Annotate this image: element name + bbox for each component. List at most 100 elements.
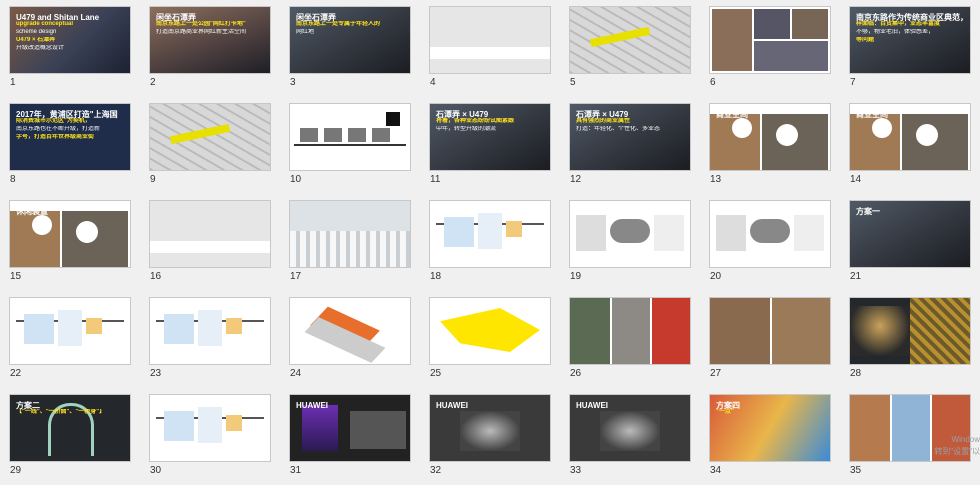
- slide-slot[interactable]: 5: [560, 0, 700, 97]
- slide-thumbnail[interactable]: 石潭弄 × U479 具有强烈的商业属性 打造：年轻化、个性化、多业态: [570, 104, 690, 170]
- slide-number: 34: [710, 465, 722, 476]
- slide-slot[interactable]: 25: [420, 291, 560, 388]
- slide-slot[interactable]: 26: [560, 291, 700, 388]
- slide-thumbnail[interactable]: [850, 298, 970, 364]
- slide-thumbnail[interactable]: [150, 104, 270, 170]
- slide-thumbnail[interactable]: [290, 104, 410, 170]
- slide-thumbnail[interactable]: [570, 7, 690, 73]
- slide-slot[interactable]: 10: [280, 97, 420, 194]
- slide-number: 17: [290, 271, 302, 282]
- slide-thumbnail[interactable]: 闲坐石潭弄 南京东路上一处专属于年轻人的 网红地: [290, 7, 410, 73]
- slide-number: 1: [10, 77, 16, 88]
- slide-text: 不够，物业老旧，体验感差，: [856, 29, 935, 35]
- slide-slot[interactable]: 22: [0, 291, 140, 388]
- slide-slot[interactable]: 休闲装置 15: [0, 194, 140, 291]
- slide-thumbnail[interactable]: 2017年，黄浦区打造"上海国 际消费城市示范区"为契机， 南京东路也在不断升级，打…: [10, 104, 130, 170]
- slide-slot[interactable]: U479 and Shitan Lane upgrade conceptual sc…: [0, 0, 140, 97]
- slide-slot[interactable]: 9: [140, 97, 280, 194]
- slide-thumbnail[interactable]: 02 概念方案: [150, 201, 270, 267]
- slide-slot[interactable]: HUAWEI 31: [280, 388, 420, 485]
- slide-thumbnail[interactable]: HUAWEI: [430, 395, 550, 461]
- slide-slot[interactable]: HUAWEI 33: [560, 388, 700, 485]
- slide-slot[interactable]: 17: [280, 194, 420, 291]
- slide-text: 02 概念方案: [210, 241, 243, 247]
- slide-thumbnail[interactable]: HUAWEI: [570, 395, 690, 461]
- slide-number: 26: [570, 368, 582, 379]
- slide-thumbnail[interactable]: 商业空间: [710, 104, 830, 170]
- slide-slot[interactable]: 石潭弄 × U479 将着，各种业态纷纷试图紧跟 中年，转型升级的潮流 11: [420, 97, 560, 194]
- slide-thumbnail[interactable]: [710, 298, 830, 364]
- slide-slot[interactable]: 23: [140, 291, 280, 388]
- slide-slot[interactable]: 闲坐石潭弄 南京东路上一处公园"网红打卡地" 打造南京路商业界网红新生活空间 2: [140, 0, 280, 97]
- slide-thumbnail[interactable]: 石潭弄 × U479 将着，各种业态纷纷试图紧跟 中年，转型升级的潮流: [430, 104, 550, 170]
- slide-thumbnail[interactable]: [430, 298, 550, 364]
- slide-thumbnail[interactable]: 方案一: [850, 201, 970, 267]
- slide-slot[interactable]: 2017年，黄浦区打造"上海国 际消费城市示范区"为契机， 南京东路也在不断升级，打…: [0, 97, 140, 194]
- slide-thumbnail[interactable]: 休闲装置: [10, 201, 130, 267]
- slide-thumbnail[interactable]: [710, 201, 830, 267]
- slide-text: 打造南京路商业界网红新生活空间: [156, 29, 247, 35]
- slide-slot[interactable]: 闲坐石潭弄 南京东路上一处专属于年轻人的 网红地 3: [280, 0, 420, 97]
- watermark-line1: Window: [951, 435, 980, 444]
- slide-thumbnail[interactable]: [570, 298, 690, 364]
- slide-text: 中年，转型升级的潮流: [436, 126, 497, 132]
- slide-number: 24: [290, 368, 302, 379]
- slide-thumbnail[interactable]: 方案二 【"一线"、"一桥面"、"一桥身"】: [10, 395, 130, 461]
- slide-thumbnail[interactable]: 01 项目背景: [430, 7, 550, 73]
- slide-number: 3: [290, 77, 296, 88]
- slide-slot[interactable]: 30: [140, 388, 280, 485]
- slide-number: 12: [570, 174, 582, 185]
- slide-slot[interactable]: 20: [700, 194, 840, 291]
- slide-number: 35: [850, 465, 862, 476]
- slide-text: 网红地: [296, 29, 315, 35]
- slide-slot[interactable]: 24: [280, 291, 420, 388]
- slide-text: upgrade conceptual: [16, 21, 74, 27]
- slide-thumbnail[interactable]: 南京东路作为传统商业区典范，回 样面临：百货集中，业态丰富度 不够，物业老旧，体验感…: [850, 7, 970, 73]
- slide-sorter-grid: U479 and Shitan Lane upgrade conceptual sc…: [0, 0, 980, 477]
- slide-slot[interactable]: HUAWEI 32: [420, 388, 560, 485]
- slide-text: 南京东路上一处公园"网红打卡地": [156, 21, 246, 27]
- slide-thumbnail[interactable]: [710, 7, 830, 73]
- slide-slot[interactable]: 方案四 "一点" 34: [700, 388, 840, 485]
- slide-thumbnail[interactable]: [290, 201, 410, 267]
- slide-thumbnail[interactable]: [150, 395, 270, 461]
- slide-slot[interactable]: 南京东路作为传统商业区典范，回 样面临：百货集中，业态丰富度 不够，物业老旧，体验感…: [840, 0, 980, 97]
- slide-text: 休闲装置: [16, 207, 48, 216]
- slide-thumbnail[interactable]: [570, 201, 690, 267]
- slide-slot[interactable]: 6: [700, 0, 840, 97]
- slide-thumbnail[interactable]: 闲坐石潭弄 南京东路上一处公园"网红打卡地" 打造南京路商业界网红新生活空间: [150, 7, 270, 73]
- slide-thumbnail[interactable]: 商业空间: [850, 104, 970, 170]
- slide-thumbnail[interactable]: HUAWEI: [290, 395, 410, 461]
- slide-slot[interactable]: 石潭弄 × U479 具有强烈的商业属性 打造：年轻化、个性化、多业态 12: [560, 97, 700, 194]
- slide-number: 4: [430, 77, 436, 88]
- slide-slot[interactable]: 28: [840, 291, 980, 388]
- slide-text: 具有强烈的商业属性: [576, 118, 631, 124]
- slide-text: 01 项目背景: [490, 47, 523, 53]
- slide-thumbnail[interactable]: [150, 298, 270, 364]
- slide-thumbnail[interactable]: [290, 298, 410, 364]
- slide-slot[interactable]: 18: [420, 194, 560, 291]
- slide-text: 南京东路上一处专属于年轻人的: [296, 21, 381, 27]
- slide-thumbnail[interactable]: [10, 298, 130, 364]
- slide-text: "一点": [716, 409, 734, 415]
- slide-thumbnail[interactable]: 方案四 "一点": [710, 395, 830, 461]
- slide-number: 22: [10, 368, 22, 379]
- slide-text: 南京东路也在不断升级，打造新: [16, 126, 101, 132]
- windows-activation-watermark: Window 转到"设置"以: [930, 434, 980, 458]
- slide-thumbnail[interactable]: U479 and Shitan Lane upgrade conceptual sc…: [10, 7, 130, 73]
- slide-slot[interactable]: 方案一 21: [840, 194, 980, 291]
- slide-slot[interactable]: 商业空间 13: [700, 97, 840, 194]
- slide-text: HUAWEI: [436, 401, 468, 410]
- slide-text: 打造：年轻化、个性化、多业态: [576, 126, 661, 132]
- slide-number: 32: [430, 465, 442, 476]
- slide-number: 25: [430, 368, 442, 379]
- slide-slot[interactable]: 02 概念方案 16: [140, 194, 280, 291]
- slide-slot[interactable]: 01 项目背景 4: [420, 0, 560, 97]
- slide-thumbnail[interactable]: [430, 201, 550, 267]
- slide-number: 20: [710, 271, 722, 282]
- slide-number: 2: [150, 77, 156, 88]
- slide-slot[interactable]: 27: [700, 291, 840, 388]
- slide-slot[interactable]: 方案二 【"一线"、"一桥面"、"一桥身"】 29: [0, 388, 140, 485]
- slide-slot[interactable]: 商业空间 14: [840, 97, 980, 194]
- slide-slot[interactable]: 19: [560, 194, 700, 291]
